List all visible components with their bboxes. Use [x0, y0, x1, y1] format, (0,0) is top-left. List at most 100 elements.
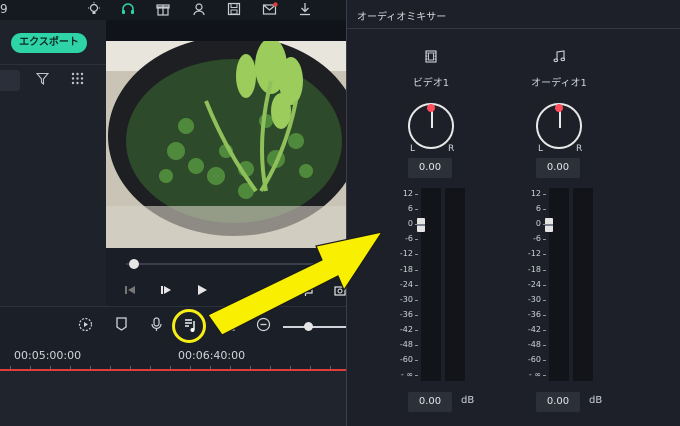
grid-icon[interactable]: [71, 72, 84, 89]
volume-value-input[interactable]: 0.00: [536, 392, 580, 412]
pan-value-input[interactable]: 0.00: [536, 158, 580, 178]
music-note-icon: [547, 50, 571, 66]
level-meter: [549, 188, 569, 381]
film-icon: [419, 50, 443, 66]
microphone-icon[interactable]: [150, 317, 163, 336]
pan-dot: [427, 104, 435, 112]
play-icon[interactable]: [196, 284, 208, 299]
download-icon[interactable]: [297, 2, 313, 18]
scale-label: 12: [530, 189, 541, 198]
pan-indicator: [431, 111, 433, 128]
scale-label: -6: [405, 234, 413, 244]
scale-label: -36: [399, 309, 413, 319]
seek-track[interactable]: [126, 263, 346, 265]
scale-tick: [543, 299, 546, 301]
scale-tick: [415, 360, 418, 362]
app-window: 9 エクスポート 00:05:00:00 00:06:40:00 オーディオミキ…: [0, 0, 680, 426]
fader-grip: [417, 224, 425, 227]
scale-tick: [543, 284, 546, 286]
pan-dot: [555, 104, 563, 112]
scale-label: -6: [533, 234, 541, 244]
pan-value-input[interactable]: 0.00: [408, 158, 452, 178]
fader-grip: [545, 224, 553, 227]
scale-label: 6: [535, 204, 541, 214]
seek-bar[interactable]: [106, 248, 346, 278]
scale-label: -48: [527, 340, 541, 349]
scale-label: -36: [527, 309, 541, 319]
pan-indicator: [559, 111, 561, 128]
scale-tick: [543, 209, 546, 211]
export-button[interactable]: エクスポート: [11, 33, 87, 53]
timeline-ruler: 00:05:00:00 00:06:40:00: [0, 344, 346, 371]
filter-icon[interactable]: [35, 72, 50, 89]
scale-tick: [415, 284, 418, 286]
scale-tick: [543, 375, 546, 377]
scale-tick: [543, 254, 546, 256]
audio-mixer-icon[interactable]: [184, 318, 197, 337]
zoom-slider-track[interactable]: [283, 326, 347, 328]
zoom-out-icon[interactable]: [256, 317, 271, 336]
scale-tick: [415, 345, 418, 346]
scale-label: -12: [399, 249, 413, 259]
scale-label: -24: [399, 279, 413, 289]
volume-fader-handle[interactable]: [417, 218, 425, 233]
ruler-label: 00:05:00:00: [14, 349, 82, 362]
marker-icon[interactable]: [115, 317, 128, 336]
volume-fader-handle[interactable]: [545, 218, 553, 233]
scale-tick: [543, 269, 546, 271]
search-input[interactable]: [0, 70, 20, 91]
scale-label: -60: [527, 355, 541, 365]
db-unit: dB: [589, 395, 603, 406]
scale-label: -60: [399, 355, 413, 365]
scale-label: -12: [527, 249, 541, 259]
display-icon[interactable]: [298, 284, 314, 300]
scale-tick: [543, 314, 546, 316]
pan-left-label: L: [538, 144, 544, 154]
audio-mixer-panel: オーディオミキサー ビデオ1 L R 0.00 オーディオ1 L R 0.00 …: [346, 0, 680, 426]
mail-icon[interactable]: [262, 2, 278, 18]
volume-value-input[interactable]: 0.00: [408, 392, 452, 412]
timeline-tracks[interactable]: [0, 371, 346, 426]
scale-label: -42: [399, 324, 413, 334]
scale-label: -18: [399, 264, 413, 274]
scale-tick: [415, 375, 418, 377]
step-forward-icon[interactable]: [160, 284, 172, 299]
scale-tick: [543, 239, 546, 241]
scale-label: -24: [527, 279, 541, 289]
split-screen-icon[interactable]: [220, 317, 235, 335]
gift-icon[interactable]: [155, 2, 171, 18]
scale-tick: [543, 329, 546, 331]
seek-handle[interactable]: [128, 259, 139, 269]
scale-tick: [415, 254, 418, 256]
scale-label: -42: [527, 324, 541, 334]
save-icon[interactable]: [226, 2, 242, 18]
scale-tick: [543, 345, 546, 346]
step-back-icon[interactable]: [124, 284, 136, 299]
zoom-slider-handle[interactable]: [304, 322, 313, 331]
lightbulb-icon[interactable]: [86, 2, 102, 18]
headset-icon[interactable]: [120, 2, 136, 18]
render-preview-icon[interactable]: [78, 317, 93, 336]
title-fragment: 9: [0, 2, 8, 16]
scale-label: -18: [527, 264, 541, 274]
pan-knob[interactable]: [536, 103, 582, 149]
scale-label: - ∞: [528, 370, 541, 380]
scale-label: -30: [399, 294, 413, 304]
user-icon[interactable]: [191, 2, 207, 18]
snapshot-icon[interactable]: [334, 284, 346, 299]
top-toolbar: 9: [0, 0, 346, 20]
scale-tick: [415, 239, 418, 241]
media-panel: エクスポート: [0, 20, 106, 306]
mixer-title: オーディオミキサー: [357, 12, 447, 23]
scale-tick: [415, 314, 418, 316]
pan-knob[interactable]: [408, 103, 454, 149]
scale-label: -48: [399, 340, 413, 349]
ruler-label: 00:06:40:00: [178, 349, 246, 362]
divider: [347, 28, 680, 29]
scale-tick: [415, 194, 418, 195]
scale-tick: [543, 360, 546, 362]
preview-window: [106, 20, 346, 250]
scale-tick: [415, 269, 418, 271]
scale-tick: [543, 194, 546, 195]
pan-right-label: R: [448, 144, 455, 154]
